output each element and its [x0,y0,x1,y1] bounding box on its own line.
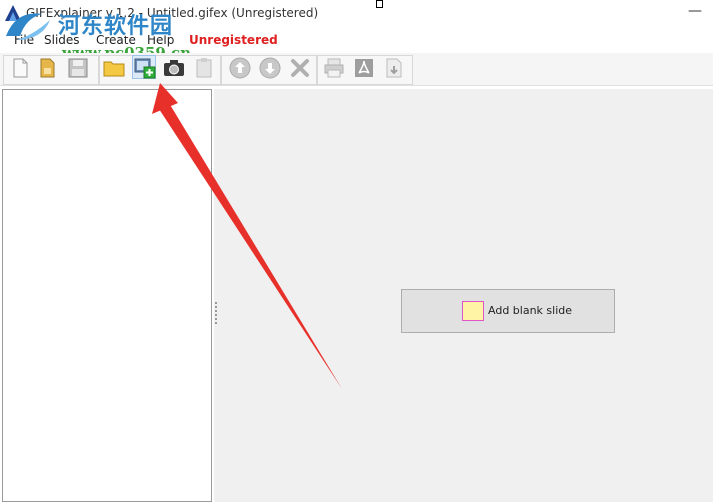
open-file-button[interactable] [36,56,60,80]
menu-file[interactable]: File [14,33,34,47]
print-icon [324,58,344,78]
pdf-button[interactable] [352,56,376,80]
export-button[interactable] [382,56,406,80]
move-up-icon [229,57,251,79]
folder-button[interactable] [102,56,126,80]
move-down-button[interactable] [258,56,282,80]
menu-bar: File Slides Create Help Unregistered [0,29,713,51]
new-file-button[interactable] [8,56,32,80]
print-button[interactable] [322,56,346,80]
camera-button[interactable] [162,56,186,80]
blank-slide-icon [462,301,484,321]
delete-icon [291,59,309,77]
menu-create[interactable]: Create [96,33,136,47]
add-blank-slide-button[interactable]: Add blank slide [401,289,615,333]
save-button[interactable] [66,56,90,80]
splitter-grip-dot [215,310,217,312]
clipboard-button[interactable] [192,56,216,80]
clipboard-icon [196,58,212,78]
splitter-grip-dot [215,306,217,308]
window-title: GIFExplainer v.1.2 - Untitled.gifex (Unr… [26,6,319,20]
add-image-button[interactable] [132,55,156,79]
move-up-button[interactable] [228,56,252,80]
minimize-button[interactable]: — [684,2,706,22]
export-icon [386,58,402,78]
slides-list-panel[interactable] [2,89,212,502]
folder-icon [103,61,125,77]
move-down-icon [259,57,281,79]
splitter-grip-dot [215,314,217,316]
splitter-grip-dot [215,322,217,324]
save-icon [68,58,88,78]
app-icon [5,5,21,21]
delete-button[interactable] [288,56,312,80]
text-cursor-icon [376,0,383,8]
splitter-grip-dot [215,302,217,304]
menu-slides[interactable]: Slides [44,33,80,47]
add-blank-slide-label: Add blank slide [488,304,573,317]
add-image-icon [134,58,156,79]
menu-help[interactable]: Help [147,33,174,47]
new-file-icon [13,58,28,78]
splitter-grip-dot [215,318,217,320]
title-bar: GIFExplainer v.1.2 - Untitled.gifex (Unr… [0,0,713,28]
camera-icon [164,60,184,76]
pdf-icon [355,59,373,77]
unregistered-label[interactable]: Unregistered [189,33,278,47]
toolbar [0,53,713,86]
open-file-icon [40,58,55,78]
